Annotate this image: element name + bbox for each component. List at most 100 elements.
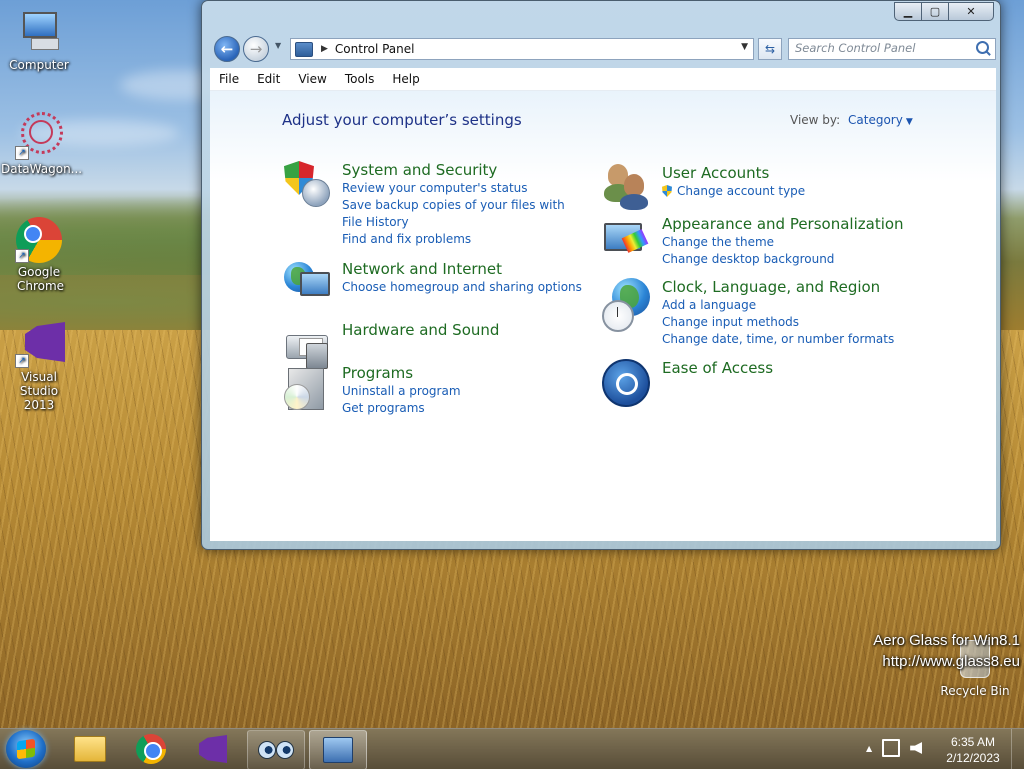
minimize-icon: ▁ [903, 5, 913, 18]
menu-file[interactable]: File [210, 72, 248, 86]
link-add-language[interactable]: Add a language [662, 297, 922, 314]
forward-button[interactable]: → [243, 36, 269, 62]
visual-studio-icon: ↗ [15, 320, 65, 368]
category-title[interactable]: Clock, Language, and Region [662, 278, 922, 297]
back-arrow-icon: ← [220, 40, 234, 58]
navigation-bar: ← → ▼ ▶ Control Panel ▼ ⇆ [210, 33, 996, 63]
volume-icon[interactable] [910, 742, 923, 754]
uac-shield-icon [662, 185, 672, 197]
breadcrumb-control-panel[interactable]: Control Panel [335, 42, 415, 56]
link-find-fix-problems[interactable]: Find and fix problems [342, 231, 582, 248]
control-panel-window: ▁ ▢ ✕ ← → ▼ ▶ Control Panel ▼ ⇆ File Edi… [201, 0, 1001, 550]
clock-time: 6:35 AM [950, 735, 996, 749]
desktop-icon-chrome[interactable]: ↗ Google Chrome [1, 215, 77, 293]
category-title[interactable]: Programs [342, 364, 582, 383]
programs-icon [282, 364, 330, 412]
clock-language-region-icon [602, 278, 650, 332]
menu-tools[interactable]: Tools [336, 72, 384, 86]
close-button[interactable]: ✕ [948, 2, 994, 21]
show-desktop-button[interactable] [1011, 729, 1024, 769]
search-icon[interactable] [976, 41, 989, 54]
maximize-button[interactable]: ▢ [921, 2, 949, 21]
link-change-date-time-formats[interactable]: Change date, time, or number formats [662, 331, 922, 348]
chevron-down-icon: ▼ [275, 41, 282, 50]
menu-view[interactable]: View [289, 72, 335, 86]
menu-help[interactable]: Help [383, 72, 428, 86]
link-get-programs[interactable]: Get programs [342, 400, 582, 417]
desktop-icon-datawagon[interactable]: ↗ DataWagon... [1, 112, 82, 176]
menu-edit[interactable]: Edit [248, 72, 289, 86]
watermark-line1: Aero Glass for Win8.1 [873, 632, 1020, 649]
recent-pages-button[interactable]: ▼ [275, 41, 285, 53]
category-title[interactable]: System and Security [342, 161, 582, 180]
address-bar[interactable]: ▶ Control Panel ▼ [290, 38, 754, 60]
control-panel-icon [323, 737, 353, 763]
taskbar-chrome[interactable] [123, 730, 179, 768]
desktop-icon-computer[interactable]: Computer [1, 8, 77, 72]
view-by-dropdown[interactable]: Category ▼ [848, 113, 913, 127]
refresh-button[interactable]: ⇆ [758, 38, 782, 60]
link-label: Change account type [677, 184, 806, 198]
eyes-icon [258, 741, 294, 759]
category-title[interactable]: Hardware and Sound [342, 321, 582, 340]
taskbar-eyes-app[interactable] [247, 730, 305, 770]
category-title[interactable]: Ease of Access [662, 359, 902, 378]
user-accounts-icon [602, 164, 650, 212]
desktop-icon-label: Recycle Bin [940, 684, 1010, 698]
start-button[interactable] [6, 730, 46, 768]
back-button[interactable]: ← [214, 36, 240, 62]
forward-arrow-icon: → [249, 40, 263, 58]
taskbar-clock[interactable]: 6:35 AM 2/12/2023 [943, 734, 1003, 766]
address-dropdown-icon[interactable]: ▼ [741, 42, 748, 52]
link-change-theme[interactable]: Change the theme [662, 234, 922, 251]
appearance-personalization-icon [602, 215, 650, 263]
page-title: Adjust your computer’s settings [282, 111, 522, 129]
chrome-icon [136, 734, 166, 764]
menu-bar: File Edit View Tools Help [210, 68, 996, 91]
chevron-down-icon: ▼ [905, 117, 913, 127]
maximize-icon: ▢ [929, 5, 941, 18]
desktop-icon-visual-studio[interactable]: ↗ Visual Studio 2013 [1, 320, 77, 412]
folder-icon [74, 736, 106, 762]
network-icon[interactable] [882, 739, 901, 757]
watermark-line2: http://www.glass8.eu [882, 653, 1020, 670]
search-input[interactable] [789, 39, 971, 57]
link-review-status[interactable]: Review your computer's status [342, 180, 582, 197]
breadcrumb-separator-icon[interactable]: ▶ [321, 44, 328, 54]
visual-studio-icon [199, 735, 227, 763]
window-controls: ▁ ▢ ✕ [894, 2, 994, 21]
desktop-icon-label: Visual Studio 2013 [19, 370, 59, 412]
desktop-icon-label: DataWagon... [1, 162, 83, 176]
taskbar-file-explorer[interactable] [62, 730, 118, 768]
clock-date: 2/12/2023 [946, 751, 1000, 765]
control-panel-icon [295, 41, 313, 57]
category-title[interactable]: User Accounts [662, 164, 902, 183]
link-homegroup-sharing[interactable]: Choose homegroup and sharing options [342, 279, 582, 296]
category-title[interactable]: Network and Internet [342, 260, 582, 279]
desktop-icon-label: Computer [9, 58, 69, 72]
minimize-button[interactable]: ▁ [894, 2, 922, 21]
ease-of-access-icon [602, 359, 650, 407]
link-change-account-type[interactable]: Change account type [662, 183, 902, 200]
desktop-icon-label: Google Chrome [17, 265, 65, 293]
link-change-desktop-background[interactable]: Change desktop background [662, 251, 922, 268]
view-by-value: Category [848, 113, 903, 127]
view-by-label: View by: [790, 113, 841, 127]
system-security-icon [282, 161, 330, 209]
show-hidden-icons-button[interactable]: ▲ [866, 744, 872, 753]
taskbar-control-panel[interactable] [309, 730, 367, 770]
network-internet-icon [282, 260, 330, 308]
datawagon-icon: ↗ [15, 112, 63, 160]
link-uninstall-program[interactable]: Uninstall a program [342, 383, 582, 400]
shortcut-arrow-icon: ↗ [15, 354, 29, 368]
chrome-icon: ↗ [15, 215, 63, 263]
category-title[interactable]: Appearance and Personalization [662, 215, 922, 234]
taskbar-visual-studio[interactable] [185, 730, 241, 768]
shortcut-arrow-icon: ↗ [15, 249, 29, 263]
system-tray: ▲ [866, 739, 923, 757]
hardware-sound-icon [282, 321, 330, 369]
link-change-input-methods[interactable]: Change input methods [662, 314, 922, 331]
close-icon: ✕ [966, 5, 976, 18]
search-box[interactable] [788, 38, 996, 60]
link-file-history[interactable]: Save backup copies of your files with Fi… [342, 197, 582, 231]
